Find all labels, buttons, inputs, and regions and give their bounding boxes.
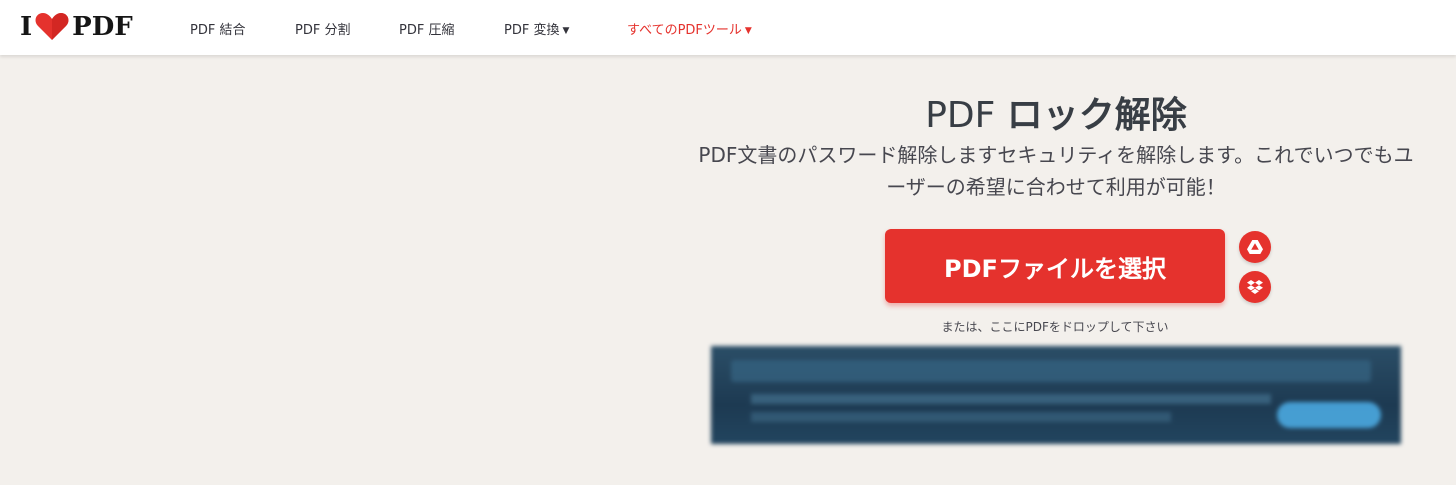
google-drive-icon bbox=[1247, 240, 1263, 254]
ad-blurred-block bbox=[731, 360, 1371, 382]
caret-down-icon: ▼ bbox=[744, 26, 752, 36]
ad-blurred-block bbox=[751, 394, 1271, 404]
heart-icon bbox=[35, 13, 69, 40]
nav-convert-pdf-label: PDF 変換 bbox=[504, 23, 560, 38]
nav-all-pdf-tools[interactable]: すべてのPDFツール ▼ bbox=[627, 19, 752, 38]
subtitle-line-1: PDF文書のパスワード解除しますセキュリティを解除します。これでいつでもユ bbox=[698, 143, 1414, 167]
google-drive-button[interactable] bbox=[1239, 231, 1271, 263]
subtitle-line-2: ーザーの希望に合わせて利用が可能！ bbox=[886, 175, 1226, 199]
nav-all-pdf-tools-label: すべてのPDFツール bbox=[627, 23, 742, 38]
top-navigation-bar: I PDF PDF 結合 PDF 分割 PDF 圧縮 PDF 変換 ▼ すべてのP… bbox=[0, 0, 1456, 55]
ad-blurred-button bbox=[1277, 402, 1381, 428]
nav-compress-pdf-label: PDF 圧縮 bbox=[399, 23, 455, 38]
page-title: PDF ロック解除 bbox=[700, 86, 1412, 138]
nav-merge-pdf[interactable]: PDF 結合 bbox=[190, 19, 245, 38]
nav-merge-pdf-label: PDF 結合 bbox=[190, 23, 246, 38]
ilovepdf-logo[interactable]: I PDF bbox=[20, 12, 133, 42]
ad-blurred-block bbox=[751, 412, 1171, 422]
nav-split-pdf-label: PDF 分割 bbox=[295, 23, 351, 38]
dropbox-icon bbox=[1247, 280, 1263, 294]
logo-letter-i: I bbox=[20, 12, 33, 42]
nav-convert-pdf[interactable]: PDF 変換 ▼ bbox=[504, 19, 569, 38]
page-subtitle: PDF文書のパスワード解除しますセキュリティを解除します。これでいつでもユ ーザ… bbox=[670, 139, 1442, 203]
nav-split-pdf[interactable]: PDF 分割 bbox=[295, 19, 350, 38]
nav-compress-pdf[interactable]: PDF 圧縮 bbox=[399, 19, 454, 38]
drop-hint-text: または、ここにPDFをドロップして下さい bbox=[941, 320, 1169, 334]
dropbox-button[interactable] bbox=[1239, 271, 1271, 303]
blurred-ad-banner[interactable] bbox=[711, 346, 1401, 444]
select-pdf-file-label: PDFファイルを選択 bbox=[944, 254, 1166, 283]
logo-text-pdf: PDF bbox=[72, 12, 133, 42]
select-pdf-file-button[interactable]: PDFファイルを選択 bbox=[885, 229, 1225, 303]
page-title-prefix: PDF bbox=[925, 95, 1007, 136]
page-title-bold: ロック解除 bbox=[1006, 95, 1187, 136]
caret-down-icon: ▼ bbox=[562, 26, 570, 36]
